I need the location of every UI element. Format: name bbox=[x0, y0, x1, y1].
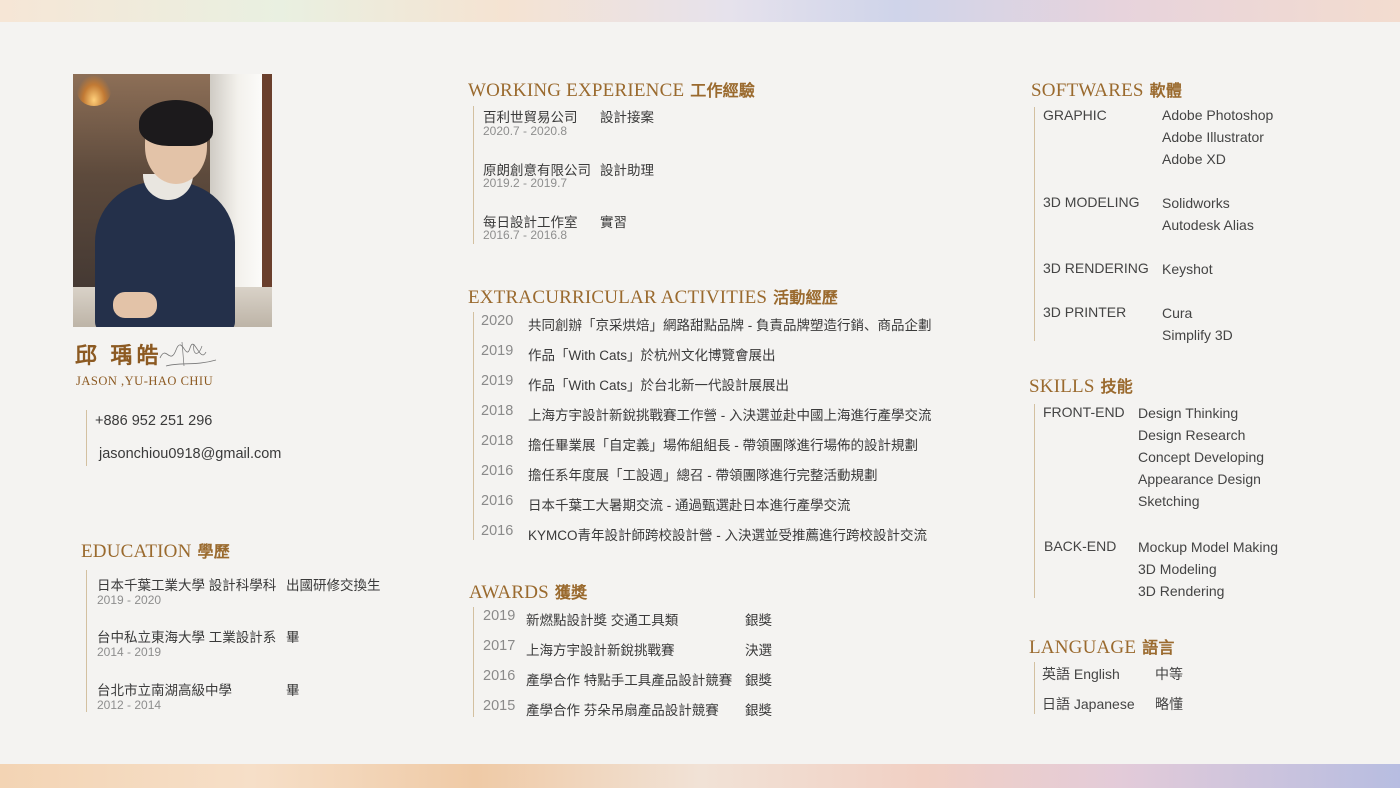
education-divider bbox=[86, 570, 87, 712]
work-role: 實習 bbox=[600, 215, 627, 230]
skill-item: Appearance Design bbox=[1138, 471, 1261, 487]
education-date: 2014 - 2019 bbox=[97, 645, 162, 659]
software-item: Autodesk Alias bbox=[1162, 217, 1254, 233]
skills-heading: SKILLS 技能 bbox=[1029, 376, 1134, 397]
skill-item: Sketching bbox=[1138, 493, 1200, 509]
activity-year: 2019 bbox=[481, 343, 514, 359]
activity-year: 2019 bbox=[481, 373, 514, 389]
skill-item: 3D Modeling bbox=[1138, 561, 1217, 577]
name-chinese: 邱 瑀皓 bbox=[75, 343, 163, 368]
signature-icon bbox=[159, 341, 217, 367]
education-heading: EDUCATION 學歷 bbox=[81, 541, 230, 562]
award-year: 2017 bbox=[483, 638, 516, 654]
softwares-heading: SOFTWARES 軟體 bbox=[1031, 80, 1183, 101]
language-heading: LANGUAGE 語言 bbox=[1029, 637, 1175, 658]
award-year: 2016 bbox=[483, 668, 516, 684]
skills-divider bbox=[1034, 404, 1035, 598]
education-date: 2019 - 2020 bbox=[97, 593, 162, 607]
award-name: 產學合作 芬朵吊扇產品設計競賽 bbox=[526, 703, 719, 718]
software-item: Simplify 3D bbox=[1162, 327, 1233, 343]
skill-item: Concept Developing bbox=[1138, 449, 1265, 465]
skill-category: FRONT-END bbox=[1043, 404, 1125, 420]
education-note: 畢 bbox=[286, 683, 300, 698]
activity-text: 共同創辦「京采烘焙」網路甜點品牌 - 負責品牌塑造行銷、商品企劃 bbox=[528, 318, 932, 333]
language-level: 略懂 bbox=[1155, 696, 1183, 712]
phone-number[interactable]: +886 952 251 296 bbox=[95, 413, 212, 429]
award-name: 產學合作 特點手工具產品設計競賽 bbox=[526, 673, 733, 688]
award-year: 2019 bbox=[483, 608, 516, 624]
award-result: 銀獎 bbox=[745, 673, 772, 688]
watercolor-bottom-band bbox=[0, 764, 1400, 788]
software-item: Cura bbox=[1162, 305, 1193, 321]
activity-text: 日本千葉工大暑期交流 - 通過甄選赴日本進行產學交流 bbox=[528, 498, 851, 513]
work-date: 2016.7 - 2016.8 bbox=[483, 228, 568, 242]
software-item: Keyshot bbox=[1162, 261, 1213, 277]
work-date: 2019.2 - 2019.7 bbox=[483, 176, 568, 190]
activity-year: 2016 bbox=[481, 463, 514, 479]
work-role: 設計接案 bbox=[600, 110, 654, 125]
award-name: 新燃點設計獎 交通工具類 bbox=[526, 613, 679, 628]
software-item: Adobe XD bbox=[1162, 151, 1226, 167]
award-result: 銀獎 bbox=[745, 703, 772, 718]
watercolor-top-band bbox=[0, 0, 1400, 22]
activity-text: 作品「With Cats」於杭州文化博覽會展出 bbox=[528, 348, 776, 363]
education-school: 日本千葉工業大學 設計科學科 bbox=[97, 578, 277, 593]
education-school: 台北市立南湖高級中學 bbox=[97, 683, 232, 698]
software-category: GRAPHIC bbox=[1043, 107, 1107, 123]
awards-heading: AWARDS 獲獎 bbox=[469, 582, 588, 603]
education-note: 出國研修交換生 bbox=[286, 578, 381, 593]
language-name: 英語 English bbox=[1042, 666, 1120, 682]
skill-item: Design Thinking bbox=[1138, 405, 1239, 421]
activity-year: 2016 bbox=[481, 493, 514, 509]
awards-divider bbox=[473, 607, 474, 717]
education-school: 台中私立東海大學 工業設計系 bbox=[97, 630, 277, 645]
education-note: 畢 bbox=[286, 630, 300, 645]
skill-item: 3D Rendering bbox=[1138, 583, 1225, 599]
award-year: 2015 bbox=[483, 698, 516, 714]
activity-text: 上海方宇設計新銳挑戰賽工作營 - 入決選並赴中國上海進行產學交流 bbox=[528, 408, 932, 423]
activity-year: 2016 bbox=[481, 523, 514, 539]
activity-text: 作品「With Cats」於台北新一代設計展展出 bbox=[528, 378, 790, 393]
software-item: Adobe Illustrator bbox=[1162, 129, 1264, 145]
activities-heading: EXTRACURRICULAR ACTIVITIES 活動經歷 bbox=[468, 287, 838, 308]
software-category: 3D RENDERING bbox=[1043, 260, 1149, 276]
email-link[interactable]: jasonchiou0918@gmail.com bbox=[99, 446, 281, 462]
software-category: 3D PRINTER bbox=[1043, 304, 1127, 320]
activities-divider bbox=[473, 312, 474, 540]
skill-item: Mockup Model Making bbox=[1138, 539, 1279, 555]
activity-text: 擔任系年度展「工設週」總召 - 帶領團隊進行完整活動規劃 bbox=[528, 468, 878, 483]
language-level: 中等 bbox=[1155, 666, 1183, 682]
software-item: Adobe Photoshop bbox=[1162, 107, 1274, 123]
contact-divider bbox=[86, 410, 87, 466]
award-result: 決選 bbox=[745, 643, 772, 658]
profile-photo bbox=[73, 74, 272, 327]
award-name: 上海方宇設計新銳挑戰賽 bbox=[526, 643, 675, 658]
skill-item: Design Research bbox=[1138, 427, 1246, 443]
activity-year: 2020 bbox=[481, 313, 514, 329]
softwares-divider bbox=[1034, 107, 1035, 341]
activity-year: 2018 bbox=[481, 433, 514, 449]
language-name: 日語 Japanese bbox=[1042, 696, 1135, 712]
skill-category: BACK-END bbox=[1044, 538, 1117, 554]
work-date: 2020.7 - 2020.8 bbox=[483, 124, 568, 138]
work-role: 設計助理 bbox=[600, 163, 654, 178]
activity-year: 2018 bbox=[481, 403, 514, 419]
activity-text: KYMCO青年設計師跨校設計營 - 入決選並受推薦進行跨校設計交流 bbox=[528, 528, 928, 543]
work-divider bbox=[473, 106, 474, 244]
software-item: Solidworks bbox=[1162, 195, 1230, 211]
language-divider bbox=[1034, 662, 1035, 714]
education-date: 2012 - 2014 bbox=[97, 698, 162, 712]
award-result: 銀獎 bbox=[745, 613, 772, 628]
work-heading: WORKING EXPERIENCE 工作經驗 bbox=[468, 80, 756, 101]
name-english: JASON ,YU-HAO CHIU bbox=[76, 374, 214, 388]
software-category: 3D MODELING bbox=[1043, 194, 1140, 210]
activity-text: 擔任畢業展「自定義」場佈組組長 - 帶領團隊進行場佈的設計規劃 bbox=[528, 438, 918, 453]
work-company: 百利世貿易公司 bbox=[483, 110, 578, 125]
